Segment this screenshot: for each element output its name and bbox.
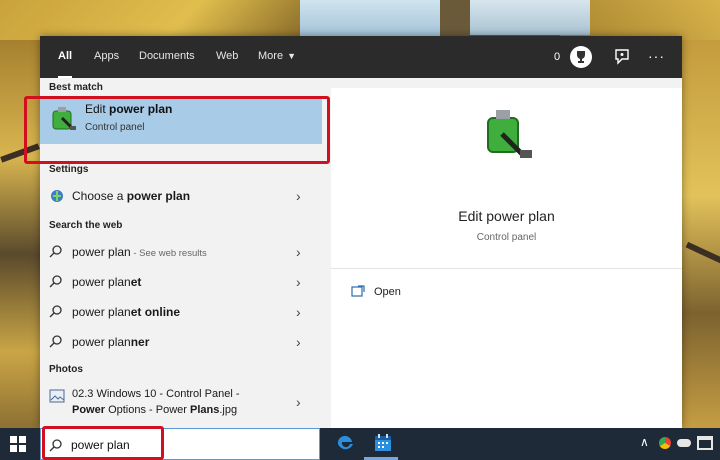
filter-bar: All Apps Documents Web More ▼ 0 ···: [40, 36, 682, 78]
cloud-icon[interactable]: [677, 439, 691, 447]
photo-plain-2: .jpg: [219, 404, 238, 416]
chevron-right-icon[interactable]: ›: [296, 394, 301, 410]
windows-logo-icon[interactable]: [10, 436, 26, 455]
tab-all[interactable]: All: [58, 36, 73, 78]
photo-result-line2: Power Options - Power Plans.jpg: [72, 404, 237, 416]
web-result-bold: ner: [130, 335, 150, 349]
display-icon[interactable]: [697, 436, 713, 450]
battery-plug-icon: [476, 104, 536, 167]
web-result-plain: power plan: [72, 335, 131, 349]
preview-divider: [331, 268, 682, 269]
tab-more[interactable]: More ▼: [258, 36, 296, 78]
rewards-points: 0: [554, 51, 561, 63]
web-result-label: power planet online: [72, 305, 180, 319]
web-result-item[interactable]: power planner ›: [40, 328, 322, 356]
web-result-item[interactable]: power planet online ›: [40, 298, 322, 326]
edge-icon[interactable]: [336, 434, 354, 455]
web-result-hint: - See web results: [130, 248, 207, 259]
settings-item-plain: Choose a: [72, 189, 127, 203]
photo-plain-1: Options - Power: [105, 404, 190, 416]
calendar-icon[interactable]: [374, 433, 392, 456]
tab-documents[interactable]: Documents: [139, 36, 195, 78]
web-result-bold: et: [130, 275, 142, 289]
web-result-plain: power plan: [72, 275, 131, 289]
chevron-right-icon[interactable]: ›: [296, 334, 301, 350]
web-result-bold: et online: [130, 305, 181, 319]
annotation-box-best-match: [24, 96, 330, 164]
search-icon: [49, 304, 63, 321]
preview-subtitle: Control panel: [476, 232, 537, 243]
search-icon: [49, 244, 63, 261]
ellipsis-icon[interactable]: ···: [648, 36, 665, 76]
open-action[interactable]: Open: [374, 286, 401, 298]
preview-title: Edit power plan: [458, 208, 555, 224]
search-icon: [49, 274, 63, 291]
open-window-icon[interactable]: [351, 285, 365, 300]
tab-web[interactable]: Web: [216, 36, 238, 78]
tab-more-label: More: [258, 50, 284, 62]
start-search-panel: All Apps Documents Web More ▼ 0 ··· Best …: [40, 36, 682, 428]
feedback-icon[interactable]: [613, 48, 631, 69]
photo-bold-1: Power: [72, 404, 106, 416]
trophy-icon[interactable]: [570, 46, 592, 68]
web-result-plain: power plan: [72, 305, 131, 319]
power-globe-icon: [49, 188, 65, 207]
tab-apps[interactable]: Apps: [94, 36, 119, 78]
settings-item-choose-power-plan[interactable]: Choose a power plan ›: [40, 182, 322, 210]
annotation-box-search: [42, 426, 164, 460]
chevron-right-icon[interactable]: ›: [296, 274, 301, 290]
chevron-right-icon[interactable]: ›: [296, 188, 301, 204]
section-photos: Photos: [49, 364, 83, 375]
chrome-icon[interactable]: [659, 437, 671, 449]
photo-result-item[interactable]: 02.3 Windows 10 - Control Panel - Power …: [40, 382, 322, 426]
web-result-plain: power plan: [72, 245, 131, 259]
web-result-label: power planner: [72, 335, 149, 349]
photo-bold-2: Plans: [190, 404, 220, 416]
chevron-right-icon[interactable]: ›: [296, 304, 301, 320]
settings-item-label: Choose a power plan: [72, 189, 190, 203]
web-result-label: power planet: [72, 275, 141, 289]
section-settings: Settings: [49, 164, 89, 175]
web-result-item[interactable]: power plan - See web results ›: [40, 238, 322, 266]
preview-pane: Edit power plan Control panel Open: [331, 88, 682, 428]
section-search-web: Search the web: [49, 220, 123, 231]
web-result-item[interactable]: power planet ›: [40, 268, 322, 296]
search-icon: [49, 334, 63, 351]
section-best-match: Best match: [49, 82, 103, 93]
photo-result-line1: 02.3 Windows 10 - Control Panel -: [72, 388, 240, 400]
image-file-icon: [49, 389, 65, 406]
web-result-label: power plan - See web results: [72, 245, 207, 259]
settings-item-bold: power plan: [126, 189, 191, 203]
chevron-right-icon[interactable]: ›: [296, 244, 301, 260]
caret-down-icon: ▼: [287, 51, 296, 61]
tray-chevron-icon[interactable]: ∧: [640, 435, 649, 449]
